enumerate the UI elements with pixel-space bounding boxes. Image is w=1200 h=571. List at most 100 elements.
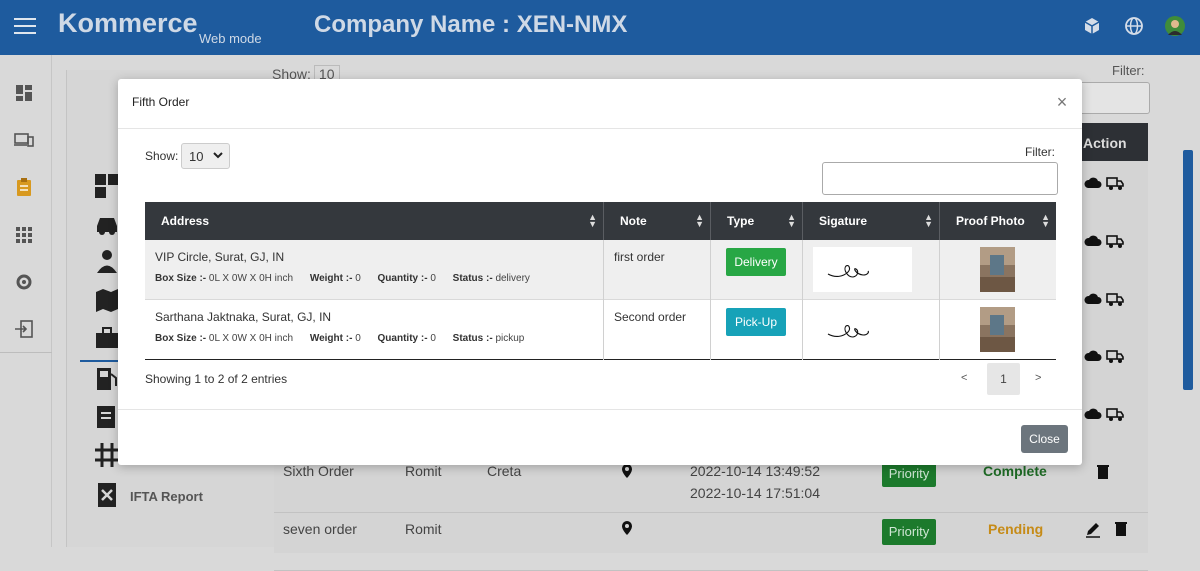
address-cell: VIP Circle, Surat, GJ, IN Box Size :- 0L…: [145, 240, 604, 300]
document-icon[interactable]: [94, 404, 120, 430]
briefcase-icon[interactable]: [94, 325, 120, 351]
cube-icon[interactable]: [1082, 16, 1102, 36]
left-rail: [0, 55, 52, 547]
cloud-download-icon[interactable]: [1084, 175, 1102, 191]
cloud-download-icon[interactable]: [1084, 406, 1102, 422]
hash-grid-icon[interactable]: [94, 442, 120, 468]
pagination-current[interactable]: 1: [987, 363, 1020, 395]
close-button[interactable]: Close: [1021, 425, 1068, 453]
chevron-down-icon: [213, 152, 223, 159]
note-text: first order: [614, 250, 665, 264]
driver-name: Romit: [405, 521, 442, 537]
truck-icon[interactable]: [1106, 233, 1124, 249]
sort-icon[interactable]: ▲ ▼: [924, 213, 933, 229]
globe-icon[interactable]: [1124, 16, 1144, 36]
sort-icon[interactable]: ▲ ▼: [588, 213, 597, 229]
status-badge: Pending: [988, 521, 1044, 537]
pagination-next[interactable]: >: [1035, 372, 1041, 384]
trash-icon[interactable]: [1114, 520, 1128, 536]
apps-grid-icon[interactable]: [14, 225, 34, 245]
proof-photo-image[interactable]: [980, 307, 1015, 352]
column-header-note[interactable]: Note ▲ ▼: [604, 202, 711, 240]
edit-icon[interactable]: [1084, 522, 1102, 538]
show-label: Show:: [145, 149, 179, 163]
table-row: Sarthana Jaktnaka, Surat, GJ, IN Box Siz…: [145, 300, 1056, 360]
rail-divider: [0, 352, 52, 353]
priority-badge: Priority: [882, 519, 936, 545]
pagination-prev[interactable]: <: [961, 372, 967, 384]
brand-logo: Kommerce: [58, 8, 198, 38]
proof-photo-cell: [940, 300, 1056, 360]
column-header-proof-photo[interactable]: Proof Photo ▲ ▼: [940, 202, 1056, 240]
order-modal: Fifth Order × Show: 10 Filter: Address ▲ ▼…: [118, 79, 1082, 465]
truck-icon[interactable]: [1106, 175, 1124, 191]
dashboard-icon[interactable]: [94, 173, 120, 199]
proof-photo-image[interactable]: [980, 247, 1015, 292]
gear-icon[interactable]: [14, 272, 34, 292]
signature-cell: [803, 300, 940, 360]
signature-image[interactable]: [813, 247, 912, 292]
bg-filter-label: Filter:: [1112, 63, 1145, 78]
cloud-download-icon[interactable]: [1084, 233, 1102, 249]
sort-icon[interactable]: ▲ ▼: [1041, 213, 1050, 229]
dashboard-icon[interactable]: [14, 83, 34, 103]
table-header: Address ▲ ▼ Note ▲ ▼ Type ▲ ▼ Sigature ▲ ▼ Proof…: [145, 202, 1056, 240]
active-indicator: [80, 360, 120, 362]
top-bar: Kommerce Web mode Company Name : XEN-NMX: [0, 0, 1200, 55]
address-details: Box Size :- 0L X 0W X 0H inch Weight :- …: [155, 333, 525, 344]
bg-filter-input[interactable]: [1070, 82, 1150, 114]
modal-footer: Close: [118, 409, 1082, 465]
type-cell: Pick-Up: [711, 300, 803, 360]
filter-input[interactable]: [822, 162, 1058, 195]
truck-icon[interactable]: [1106, 291, 1124, 307]
table-row: seven order Romit Priority Pending: [274, 513, 1148, 571]
column-header-signature[interactable]: Sigature ▲ ▼: [803, 202, 940, 240]
logout-icon[interactable]: [14, 319, 34, 339]
note-text: Second order: [614, 310, 687, 324]
sort-icon[interactable]: ▲ ▼: [787, 213, 796, 229]
action-header: Action: [1080, 123, 1148, 161]
filter-label: Filter:: [1025, 145, 1055, 159]
modal-title: Fifth Order: [132, 95, 190, 109]
fuel-icon[interactable]: [94, 366, 120, 392]
truck-icon[interactable]: [1106, 348, 1124, 364]
type-cell: Delivery: [711, 240, 803, 300]
devices-icon[interactable]: [14, 130, 34, 150]
type-badge-pickup[interactable]: Pick-Up: [726, 308, 786, 336]
map-icon[interactable]: [94, 287, 120, 313]
report-icon[interactable]: [96, 482, 118, 508]
avatar[interactable]: [1165, 16, 1185, 36]
note-cell: Second order: [604, 300, 711, 360]
address-text: Sarthana Jaktnaka, Surat, GJ, IN: [155, 310, 332, 324]
truck-icon[interactable]: [1106, 406, 1124, 422]
close-icon[interactable]: ×: [1054, 93, 1070, 111]
car-icon[interactable]: [94, 212, 120, 238]
start-date: 2022-10-14 13:49:52: [690, 463, 820, 479]
location-pin-icon[interactable]: [620, 520, 634, 536]
vehicle-name: Creta: [487, 463, 522, 479]
ifta-report-link[interactable]: IFTA Report: [130, 489, 203, 504]
driver-name: Romit: [405, 463, 442, 479]
page-size-select[interactable]: 10: [181, 143, 230, 169]
driver-icon[interactable]: [94, 248, 120, 274]
end-date: 2022-10-14 17:51:04: [690, 485, 820, 501]
column-header-address[interactable]: Address ▲ ▼: [145, 202, 604, 240]
scrollbar[interactable]: [1183, 150, 1193, 390]
menu-icon[interactable]: [14, 18, 36, 34]
order-name[interactable]: seven order: [283, 521, 357, 537]
clipboard-icon[interactable]: [14, 177, 34, 197]
status-badge: Complete: [983, 463, 1047, 479]
modal-header: Fifth Order ×: [118, 79, 1082, 129]
column-header-type[interactable]: Type ▲ ▼: [711, 202, 803, 240]
cloud-download-icon[interactable]: [1084, 348, 1102, 364]
sort-icon[interactable]: ▲ ▼: [695, 213, 704, 229]
location-pin-icon[interactable]: [620, 463, 634, 479]
signature-image[interactable]: [813, 307, 912, 352]
order-name[interactable]: Sixth Order: [283, 463, 354, 479]
type-badge-delivery[interactable]: Delivery: [726, 248, 786, 276]
cloud-download-icon[interactable]: [1084, 291, 1102, 307]
company-name: Company Name : XEN-NMX: [314, 11, 628, 38]
mode-label: Web mode: [199, 31, 262, 46]
entries-info: Showing 1 to 2 of 2 entries: [145, 372, 288, 386]
trash-icon[interactable]: [1096, 463, 1110, 479]
